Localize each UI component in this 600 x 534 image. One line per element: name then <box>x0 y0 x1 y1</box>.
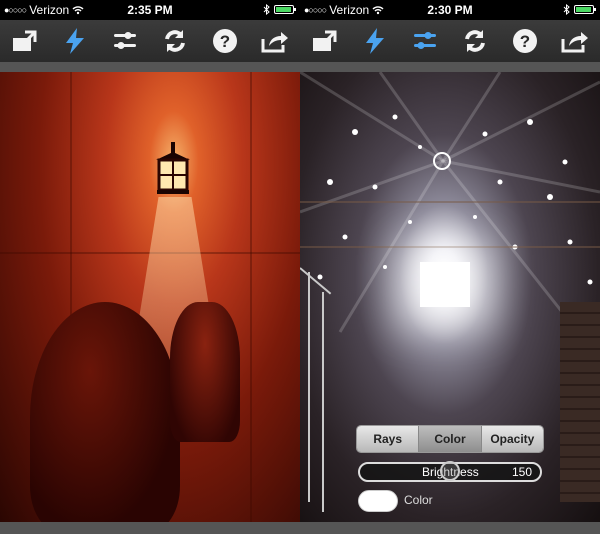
open-photo-icon <box>313 30 337 51</box>
svg-text:?: ? <box>520 32 530 51</box>
photo-preview[interactable] <box>0 72 300 522</box>
phone-screen-left: ●○○○○ Verizon 2:35 PM ? <box>0 0 300 534</box>
lightning-icon <box>366 28 384 54</box>
toolbar-divider <box>0 62 300 72</box>
help-icon: ? <box>213 29 237 53</box>
color-label: Color <box>404 493 433 507</box>
battery-icon <box>574 5 596 14</box>
brightness-slider[interactable]: Brightness 150 <box>358 461 542 482</box>
adjust-button[interactable] <box>108 24 142 58</box>
tab-color[interactable]: Color <box>419 426 482 452</box>
bluetooth-icon <box>563 4 570 15</box>
lightning-icon <box>66 28 84 54</box>
help-button[interactable]: ? <box>508 24 542 58</box>
status-bar: ●○○○○ Verizon 2:30 PM <box>300 0 600 20</box>
status-time: 2:30 PM <box>427 3 473 17</box>
tab-rays[interactable]: Rays <box>357 426 420 452</box>
share-icon <box>561 32 588 53</box>
share-icon <box>261 32 288 53</box>
brightness-value: 150 <box>511 465 532 479</box>
toolbar: ? <box>0 20 300 62</box>
adjust-sliders-icon <box>114 32 136 49</box>
phone-screen-right: ●○○○○ Verizon 2:30 PM ? Rays Color Opaci… <box>300 0 600 534</box>
adjust-button[interactable] <box>408 24 442 58</box>
color-swatch[interactable] <box>358 490 398 512</box>
toolbar: ? <box>300 20 600 62</box>
slider-knob[interactable] <box>440 461 460 481</box>
open-photo-button[interactable] <box>8 24 42 58</box>
refresh-button[interactable] <box>158 24 192 58</box>
wall-plank <box>250 72 252 522</box>
adjust-sliders-icon <box>414 32 436 49</box>
lantern-icon <box>156 142 190 194</box>
refresh-icon <box>165 30 185 52</box>
cannon-shape <box>30 302 180 522</box>
photo-preview[interactable]: Rays Color Opacity Brightness 150 Color <box>300 72 600 522</box>
help-icon: ? <box>513 29 537 53</box>
open-photo-icon <box>13 30 37 51</box>
tab-opacity[interactable]: Opacity <box>481 426 543 452</box>
svg-text:?: ? <box>220 32 230 51</box>
brick-wall <box>560 302 600 502</box>
status-time: 2:35 PM <box>127 3 173 17</box>
light-source-handle[interactable] <box>433 152 451 170</box>
help-button[interactable]: ? <box>208 24 242 58</box>
bottom-bar <box>300 522 600 534</box>
bluetooth-icon <box>263 4 270 15</box>
rays-button[interactable] <box>58 24 92 58</box>
effect-tabs: Rays Color Opacity <box>356 425 544 453</box>
battery-icon <box>274 5 296 14</box>
share-button[interactable] <box>258 24 292 58</box>
share-button[interactable] <box>558 24 592 58</box>
bottom-bar <box>0 522 300 534</box>
open-photo-button[interactable] <box>308 24 342 58</box>
barn-window <box>420 262 470 307</box>
refresh-icon <box>465 30 485 52</box>
refresh-button[interactable] <box>458 24 492 58</box>
cannon-shape <box>170 302 240 442</box>
stair-rail <box>308 272 310 502</box>
status-bar: ●○○○○ Verizon 2:35 PM <box>0 0 300 20</box>
toolbar-divider <box>300 62 600 72</box>
stair-rail <box>322 292 324 512</box>
rays-button[interactable] <box>358 24 392 58</box>
